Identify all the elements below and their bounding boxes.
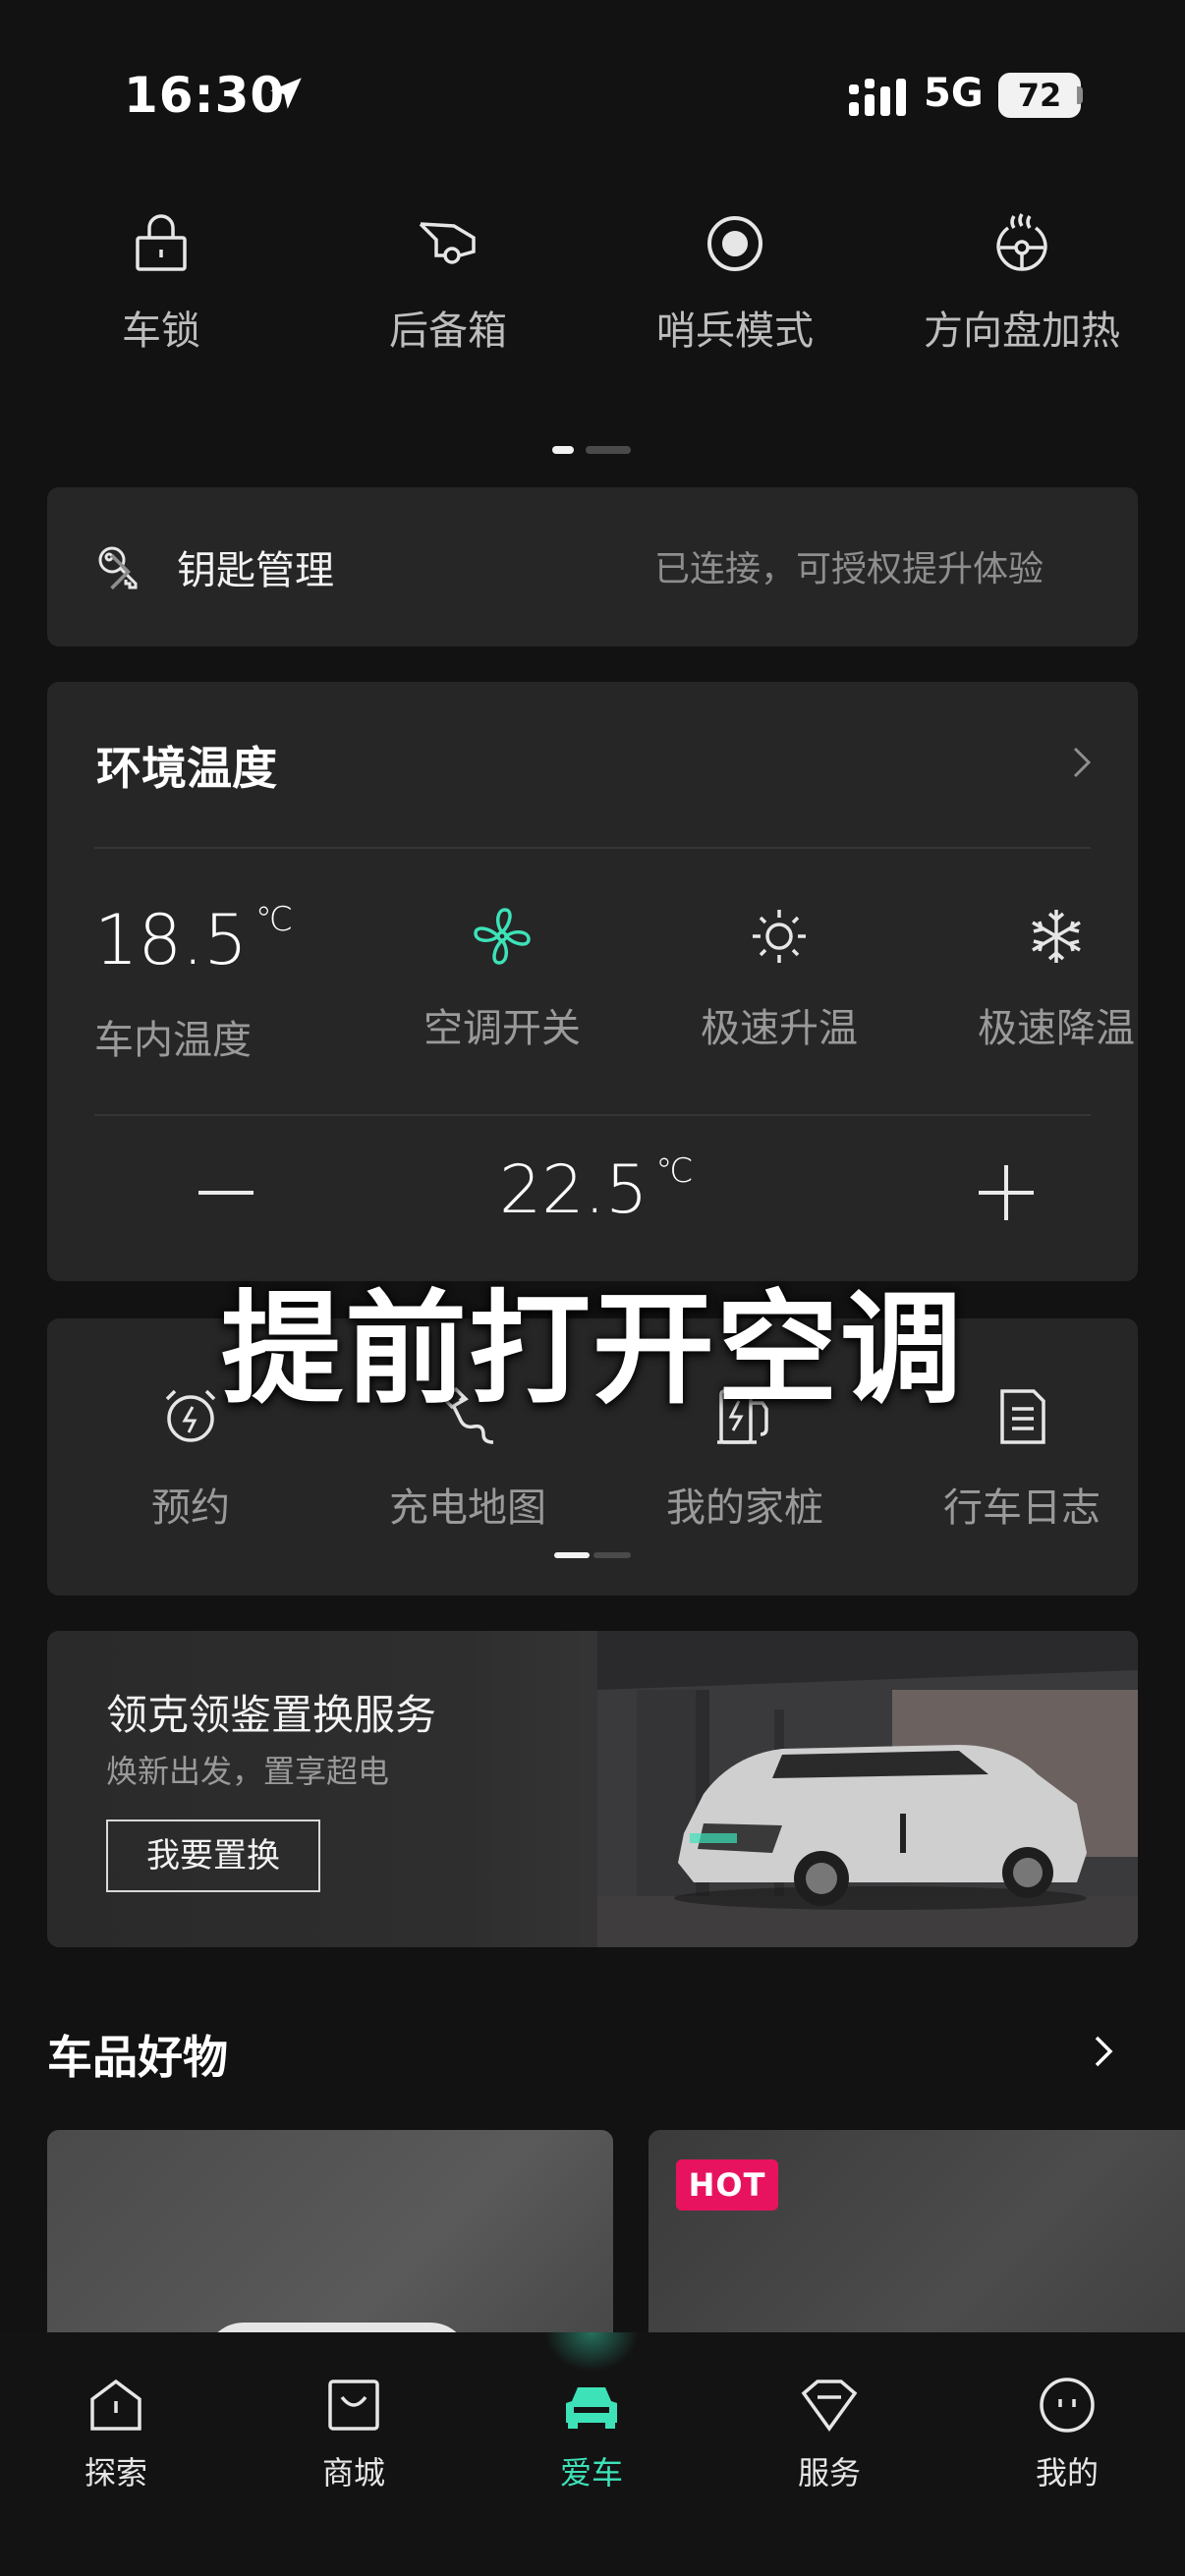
inside-temperature-label: 车内温度 — [94, 1018, 252, 1063]
page-indicator — [552, 446, 635, 456]
rapid-heat-label: 极速升温 — [701, 1006, 858, 1051]
service-icon — [801, 2380, 858, 2432]
tab-service[interactable]: 服务 — [731, 2374, 928, 2493]
bottom-tab-bar: 探索 商城 爱车 服务 我的 — [0, 2332, 1185, 2576]
car-image — [674, 1745, 1087, 1910]
key-management-card[interactable]: 钥匙管理 已连接，可授权提升体验 — [47, 487, 1138, 646]
key-management-title: 钥匙管理 — [177, 548, 334, 593]
sun-icon — [753, 910, 806, 963]
video-caption: 提前打开空调 — [220, 1279, 964, 1421]
status-bar: 16:30 5G 72 — [0, 0, 1185, 187]
hot-badge: HOT — [676, 2159, 778, 2211]
products-section-title: 车品好物 — [47, 2031, 228, 2084]
sentry-icon — [707, 216, 762, 271]
banner-subtitle: 焕新出发，置享超电 — [106, 1753, 390, 1790]
quick-controls: 车锁 后备箱 哨兵模式 方向盘加热 — [0, 196, 1185, 373]
climate-card: 环境温度 18.5 ℃ 车内温度 空调开关 极速升温 极速降温 22.5 ℃ — [47, 682, 1138, 1281]
divider — [94, 1114, 1091, 1116]
key-connection-status: 已连接，可授权提升体验 — [653, 549, 1044, 589]
snowflake-icon — [1032, 910, 1081, 963]
explore-icon — [90, 2379, 141, 2431]
rapid-heat-button[interactable]: 极速升温 — [656, 904, 902, 1053]
inside-temperature: 18.5 ℃ — [94, 900, 294, 980]
tab-my-car[interactable]: 爱车 — [493, 2332, 690, 2493]
divider — [94, 847, 1091, 849]
tab-profile[interactable]: 我的 — [969, 2374, 1165, 2493]
battery-tip — [1077, 86, 1083, 104]
rapid-cool-button[interactable]: 极速降温 — [933, 904, 1179, 1053]
ac-toggle-button[interactable]: 空调开关 — [379, 904, 625, 1053]
chevron-right-icon — [110, 553, 131, 590]
banner-title: 领克领鉴置换服务 — [106, 1691, 437, 1739]
page-dot-active — [554, 1552, 590, 1558]
chevron-right-icon[interactable] — [1091, 2032, 1116, 2071]
car-icon — [566, 2387, 617, 2429]
status-time: 16:30 — [124, 67, 286, 124]
quick-steering-heat-button[interactable]: 方向盘加热 — [875, 196, 1169, 356]
temperature-decrease-button[interactable] — [198, 1191, 254, 1195]
target-temperature: 22.5 ℃ — [499, 1151, 694, 1229]
page-dot — [586, 446, 631, 454]
trade-in-banner[interactable]: 领克领鉴置换服务 焕新出发，置享超电 我要置换 — [47, 1631, 1138, 1947]
ac-toggle-label: 空调开关 — [423, 1006, 581, 1051]
active-tab-glow — [544, 2332, 639, 2372]
page-dot-active — [552, 446, 574, 454]
plus-icon-stroke — [1004, 1165, 1008, 1220]
quick-lock-button[interactable]: 车锁 — [14, 196, 309, 356]
trade-in-button[interactable]: 我要置换 — [106, 1820, 320, 1892]
fan-icon — [474, 908, 531, 965]
page-dot — [593, 1552, 631, 1558]
climate-title: 环境温度 — [96, 742, 277, 795]
network-type: 5G — [924, 71, 984, 116]
battery-indicator: 72 — [998, 73, 1081, 118]
chevron-right-icon[interactable] — [1069, 743, 1095, 782]
rapid-cool-label: 极速降温 — [978, 1006, 1135, 1051]
tab-explore[interactable]: 探索 — [18, 2374, 214, 2493]
signal-icon — [849, 79, 906, 116]
location-arrow-icon — [270, 78, 302, 109]
profile-icon — [1040, 2378, 1095, 2433]
quick-sentry-button[interactable]: 哨兵模式 — [588, 196, 882, 356]
shop-icon — [328, 2380, 379, 2431]
trunk-icon — [419, 222, 476, 264]
quick-trunk-button[interactable]: 后备箱 — [301, 196, 595, 356]
lock-icon — [136, 214, 187, 271]
tab-shop[interactable]: 商城 — [255, 2374, 452, 2493]
steering-heat-icon — [996, 213, 1047, 271]
